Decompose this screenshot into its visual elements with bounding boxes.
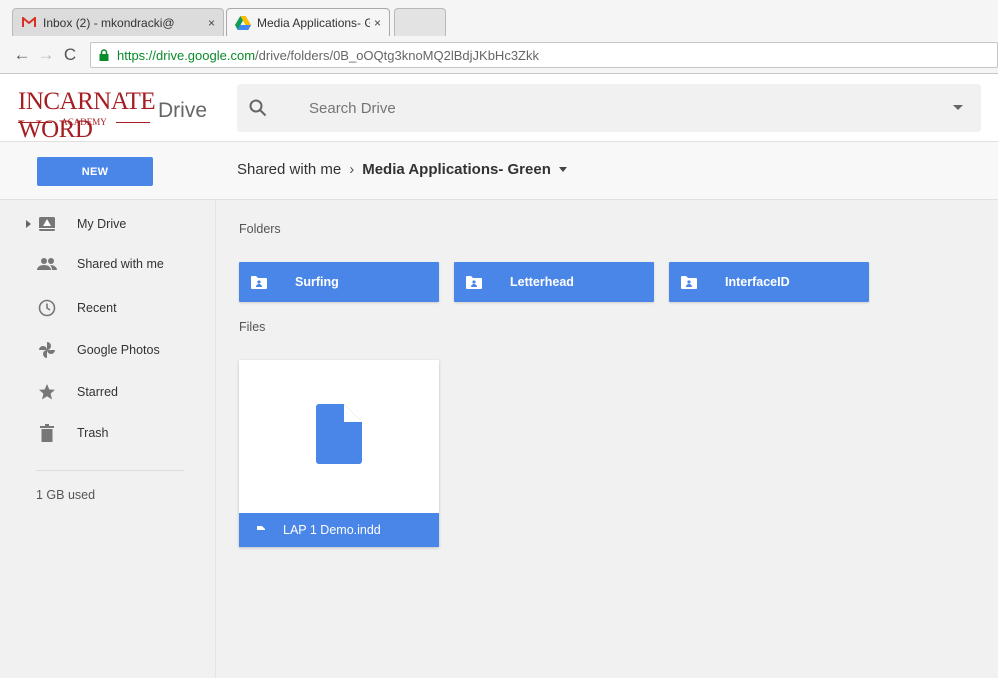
gmail-icon xyxy=(21,16,37,30)
document-icon xyxy=(316,404,362,469)
people-icon xyxy=(36,253,58,275)
trash-icon xyxy=(36,422,58,444)
breadcrumb-separator: › xyxy=(349,161,355,178)
star-icon xyxy=(36,381,58,403)
url-path: /drive/folders/0B_oOQtg3knoMQ2lBdjJKbHc3… xyxy=(255,47,539,63)
address-bar-row: ← → C https://drive.google.com/drive/fol… xyxy=(0,36,998,74)
folder-name: InterfaceID xyxy=(725,275,790,289)
close-icon[interactable]: × xyxy=(374,16,381,30)
file-type-icon xyxy=(257,525,267,535)
expand-arrow-icon[interactable] xyxy=(26,220,31,228)
sidebar-item-starred[interactable]: Starred xyxy=(0,374,216,410)
folder-item[interactable]: InterfaceID xyxy=(669,262,869,302)
sidebar-item-recent[interactable]: Recent xyxy=(0,290,216,326)
browser-tabstrip: Inbox (2) - mkondracki@ × Media Applicat… xyxy=(0,0,998,36)
sidebar-item-label: Shared with me xyxy=(77,257,164,271)
sidebar-item-label: Google Photos xyxy=(77,343,160,357)
tab-title: Media Applications- Gre xyxy=(257,15,370,30)
sidebar-item-label: Trash xyxy=(77,426,109,440)
file-title-bar: LAP 1 Demo.indd xyxy=(239,513,439,547)
drive-header: INCARNATE WORD ACADEMY Drive xyxy=(0,74,998,143)
sidebar-item-trash[interactable]: Trash xyxy=(0,415,216,451)
forward-button[interactable]: → xyxy=(36,45,56,65)
sidebar-item-shared-with-me[interactable]: Shared with me xyxy=(0,246,216,282)
sidebar: My Drive Shared with me Recent Google Ph… xyxy=(0,200,216,678)
lock-icon xyxy=(99,49,109,61)
search-box xyxy=(237,84,981,132)
folder-name: Surfing xyxy=(295,275,339,289)
logo-subtitle: ACADEMY xyxy=(18,117,150,127)
search-icon[interactable] xyxy=(249,99,293,117)
folder-item[interactable]: Letterhead xyxy=(454,262,654,302)
search-input[interactable] xyxy=(309,99,949,117)
shared-folder-icon xyxy=(466,275,482,289)
url-bar[interactable]: https://drive.google.com/drive/folders/0… xyxy=(90,42,998,68)
my-drive-icon xyxy=(36,213,58,235)
new-tab-button[interactable] xyxy=(394,8,446,36)
tab-drive-folder[interactable]: Media Applications- Gre × xyxy=(226,8,390,36)
tab-gmail-inbox[interactable]: Inbox (2) - mkondracki@ × xyxy=(12,8,224,36)
back-button[interactable]: ← xyxy=(12,45,32,65)
file-name: LAP 1 Demo.indd xyxy=(283,523,381,537)
sidebar-item-my-drive[interactable]: My Drive xyxy=(0,206,216,242)
shared-folder-icon xyxy=(251,275,267,289)
caret-down-icon[interactable] xyxy=(558,167,567,172)
product-name: Drive xyxy=(158,99,208,122)
url-host: https://drive.google.com xyxy=(117,47,256,63)
clock-icon xyxy=(36,297,58,319)
sidebar-item-label: Starred xyxy=(77,385,118,399)
drive-icon xyxy=(235,15,251,30)
drive-toolbar: NEW Shared with me › Media Applications-… xyxy=(0,142,998,200)
breadcrumb-shared-with-me[interactable]: Shared with me xyxy=(237,161,341,178)
sidebar-item-label: Recent xyxy=(77,301,117,315)
search-options-dropdown-icon[interactable] xyxy=(953,105,963,110)
reload-button[interactable]: C xyxy=(60,45,80,65)
file-card[interactable]: LAP 1 Demo.indd xyxy=(239,360,439,547)
folder-name: Letterhead xyxy=(510,275,574,289)
folder-item[interactable]: Surfing xyxy=(239,262,439,302)
pinwheel-icon xyxy=(36,339,58,361)
breadcrumb: Shared with me › Media Applications- Gre… xyxy=(237,161,567,178)
breadcrumb-current-folder[interactable]: Media Applications- Green xyxy=(362,161,551,178)
sidebar-item-google-photos[interactable]: Google Photos xyxy=(0,332,216,368)
tab-title: Inbox (2) - mkondracki@ xyxy=(43,15,175,30)
sidebar-item-label: My Drive xyxy=(77,217,127,231)
storage-usage[interactable]: 1 GB used xyxy=(36,488,95,502)
sidebar-divider xyxy=(36,470,184,471)
file-preview xyxy=(239,360,439,513)
close-icon[interactable]: × xyxy=(208,16,215,30)
files-section-label: Files xyxy=(239,320,266,334)
school-logo[interactable]: INCARNATE WORD ACADEMY Drive xyxy=(18,84,218,143)
main-content: Folders Surfing Letterhead InterfaceID F… xyxy=(217,200,998,678)
new-button[interactable]: NEW xyxy=(37,157,153,186)
shared-folder-icon xyxy=(681,275,697,289)
folders-section-label: Folders xyxy=(239,222,281,236)
